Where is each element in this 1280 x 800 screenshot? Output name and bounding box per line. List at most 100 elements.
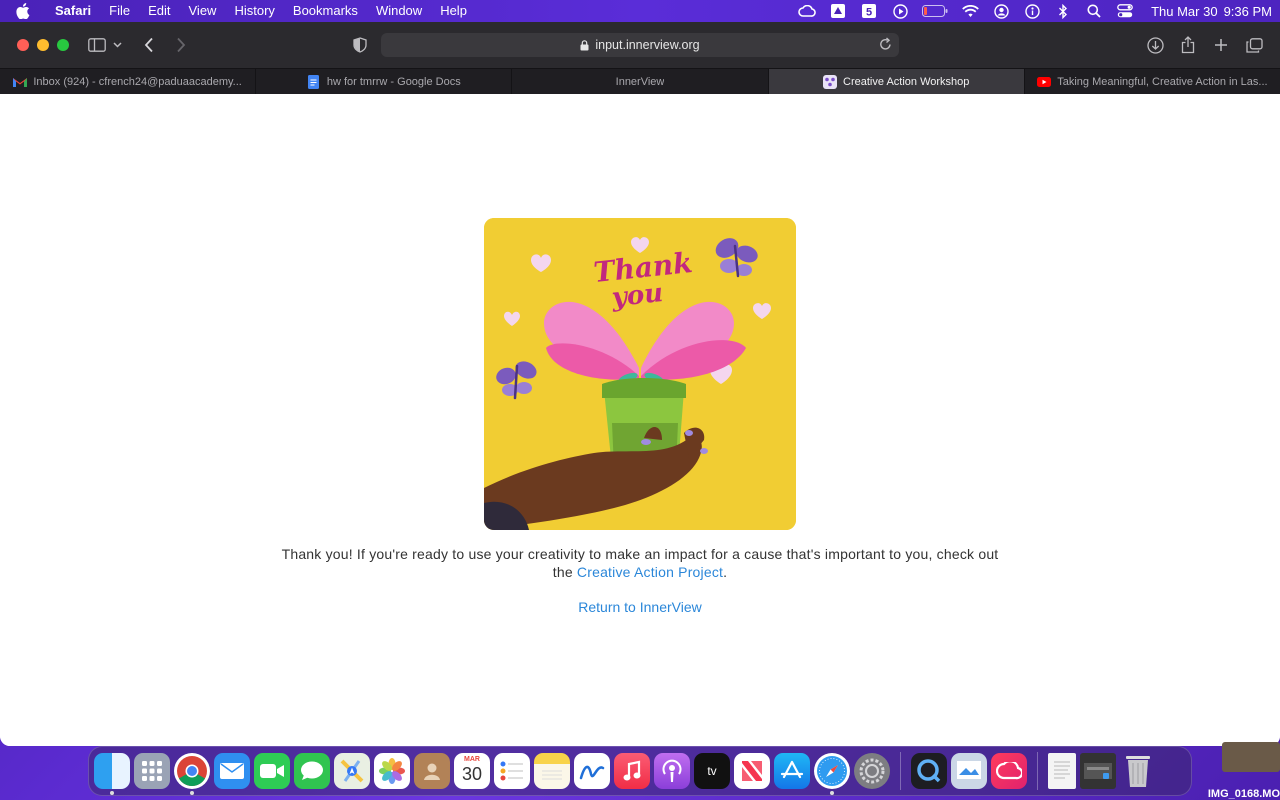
dock-separator <box>1037 752 1038 790</box>
mail-icon[interactable] <box>214 753 250 789</box>
tab-label: InnerView <box>615 76 665 88</box>
contacts-icon[interactable] <box>414 753 450 789</box>
thank-you-illustration: Thank you <box>484 218 796 530</box>
lock-icon <box>580 39 589 50</box>
close-window-button[interactable] <box>17 39 29 51</box>
control-center-icon[interactable] <box>1116 4 1134 18</box>
sidebar-toggle-icon[interactable] <box>86 35 108 55</box>
notes-icon[interactable] <box>534 753 570 789</box>
menu-clock[interactable]: Thu Mar 30 9:36 PM <box>1151 4 1272 19</box>
maps-icon[interactable] <box>334 753 370 789</box>
quicktime-icon[interactable] <box>911 753 947 789</box>
menu-view[interactable]: View <box>180 0 226 22</box>
forward-button[interactable] <box>170 35 192 55</box>
creative-action-project-link[interactable]: Creative Action Project <box>577 564 723 580</box>
finder-icon[interactable] <box>94 753 130 795</box>
address-bar[interactable]: input.innerview.org <box>381 33 899 57</box>
photos-icon[interactable] <box>374 753 410 789</box>
screenshot-thumbnail-icon[interactable] <box>1080 753 1116 789</box>
downloads-icon[interactable] <box>1144 35 1166 55</box>
menu-history[interactable]: History <box>225 0 283 22</box>
menu-help[interactable]: Help <box>431 0 476 22</box>
thank-you-message: Thank you! If you're ready to use your c… <box>270 545 1010 581</box>
chrome-icon[interactable] <box>174 753 210 795</box>
accessibility-icon[interactable] <box>1023 3 1041 19</box>
launchpad-icon[interactable] <box>134 753 170 789</box>
illustration-text-you: you <box>609 278 664 313</box>
apple-tv-icon[interactable]: tv <box>694 753 730 789</box>
youtube-icon <box>1037 75 1052 89</box>
chevron-down-icon[interactable] <box>110 35 124 55</box>
music-icon[interactable] <box>614 753 650 789</box>
page-content: Thank you Thank you! If you're ready to … <box>0 94 1280 746</box>
creative-cloud-icon[interactable] <box>798 4 816 18</box>
calendar-day: 30 <box>461 764 483 784</box>
menu-file[interactable]: File <box>100 0 139 22</box>
play-icon[interactable] <box>891 3 909 19</box>
news-icon[interactable] <box>734 753 770 789</box>
tab-google-docs[interactable]: hw for tmrrw - Google Docs <box>256 69 513 95</box>
safari-icon[interactable] <box>814 753 850 795</box>
tab-innerview[interactable]: InnerView <box>512 69 769 95</box>
innerview-icon <box>823 75 838 89</box>
tab-creative-action-workshop[interactable]: Creative Action Workshop <box>768 69 1025 95</box>
desktop-file-label: IMG_0168.MO <box>1207 788 1280 800</box>
trash-icon[interactable] <box>1120 753 1156 789</box>
app-store-icon[interactable] <box>774 753 810 789</box>
window-controls <box>17 39 69 51</box>
drive-icon[interactable] <box>829 4 847 18</box>
podcasts-icon[interactable] <box>654 753 690 789</box>
menu-bar: Safari File Edit View History Bookmarks … <box>0 0 1280 22</box>
menu-edit[interactable]: Edit <box>139 0 179 22</box>
privacy-shield-icon[interactable] <box>349 35 371 55</box>
reminders-icon[interactable] <box>494 753 530 789</box>
wifi-icon[interactable] <box>961 4 979 18</box>
document-stack-icon[interactable] <box>1048 753 1076 789</box>
apple-menu-icon[interactable] <box>0 3 46 19</box>
message-period: . <box>723 564 728 580</box>
freeform-icon[interactable] <box>574 753 610 789</box>
tab-label: hw for tmrrw - Google Docs <box>326 76 461 88</box>
adobe-creative-cloud-icon[interactable] <box>991 753 1027 789</box>
tv-label: tv <box>707 764 717 778</box>
new-tab-icon[interactable] <box>1210 35 1232 55</box>
menu-app-safari[interactable]: Safari <box>46 0 100 22</box>
spotlight-search-icon[interactable] <box>1085 4 1103 18</box>
tab-label: Inbox (924) - cfrench24@paduaacademy... <box>33 76 242 88</box>
menu-bookmarks[interactable]: Bookmarks <box>284 0 367 22</box>
tab-gmail-inbox[interactable]: Inbox (924) - cfrench24@paduaacademy... <box>0 69 257 95</box>
google-docs-icon <box>307 75 321 89</box>
dock: MAR 30 tv <box>88 746 1192 796</box>
menu-window[interactable]: Window <box>367 0 431 22</box>
user-account-icon[interactable] <box>992 3 1010 19</box>
bluetooth-icon[interactable] <box>1054 3 1072 19</box>
tab-bar: Inbox (924) - cfrench24@paduaacademy... … <box>0 68 1280 95</box>
reload-icon[interactable] <box>879 37 892 51</box>
s-app-icon[interactable]: 5 <box>860 4 878 19</box>
desktop-file-thumbnail[interactable] <box>1222 742 1280 772</box>
facetime-icon[interactable] <box>254 753 290 789</box>
tab-youtube-video[interactable]: Taking Meaningful, Creative Action in La… <box>1025 69 1280 95</box>
tab-label: Taking Meaningful, Creative Action in La… <box>1057 76 1268 88</box>
url-text: input.innerview.org <box>595 38 700 52</box>
zoom-window-button[interactable] <box>57 39 69 51</box>
safari-window: input.innerview.org Inbox (924) - cfrenc… <box>0 22 1280 746</box>
battery-icon[interactable] <box>922 4 948 18</box>
system-settings-icon[interactable] <box>854 753 890 789</box>
share-icon[interactable] <box>1177 35 1199 55</box>
svg-text:5: 5 <box>866 7 872 19</box>
back-button[interactable] <box>138 35 160 55</box>
return-to-innerview-link[interactable]: Return to InnerView <box>0 599 1280 615</box>
calendar-icon[interactable]: MAR 30 <box>454 753 490 789</box>
clock-date: Thu Mar 30 <box>1151 3 1218 19</box>
browser-toolbar: input.innerview.org <box>0 22 1280 68</box>
calendar-month: MAR <box>464 756 480 763</box>
dock-separator <box>900 752 901 790</box>
tab-overview-icon[interactable] <box>1243 35 1265 55</box>
messages-icon[interactable] <box>294 753 330 789</box>
preview-icon[interactable] <box>951 753 987 789</box>
tab-label: Creative Action Workshop <box>843 76 970 88</box>
minimize-window-button[interactable] <box>37 39 49 51</box>
gmail-icon <box>13 75 28 89</box>
clock-time: 9:36 PM <box>1223 3 1272 19</box>
